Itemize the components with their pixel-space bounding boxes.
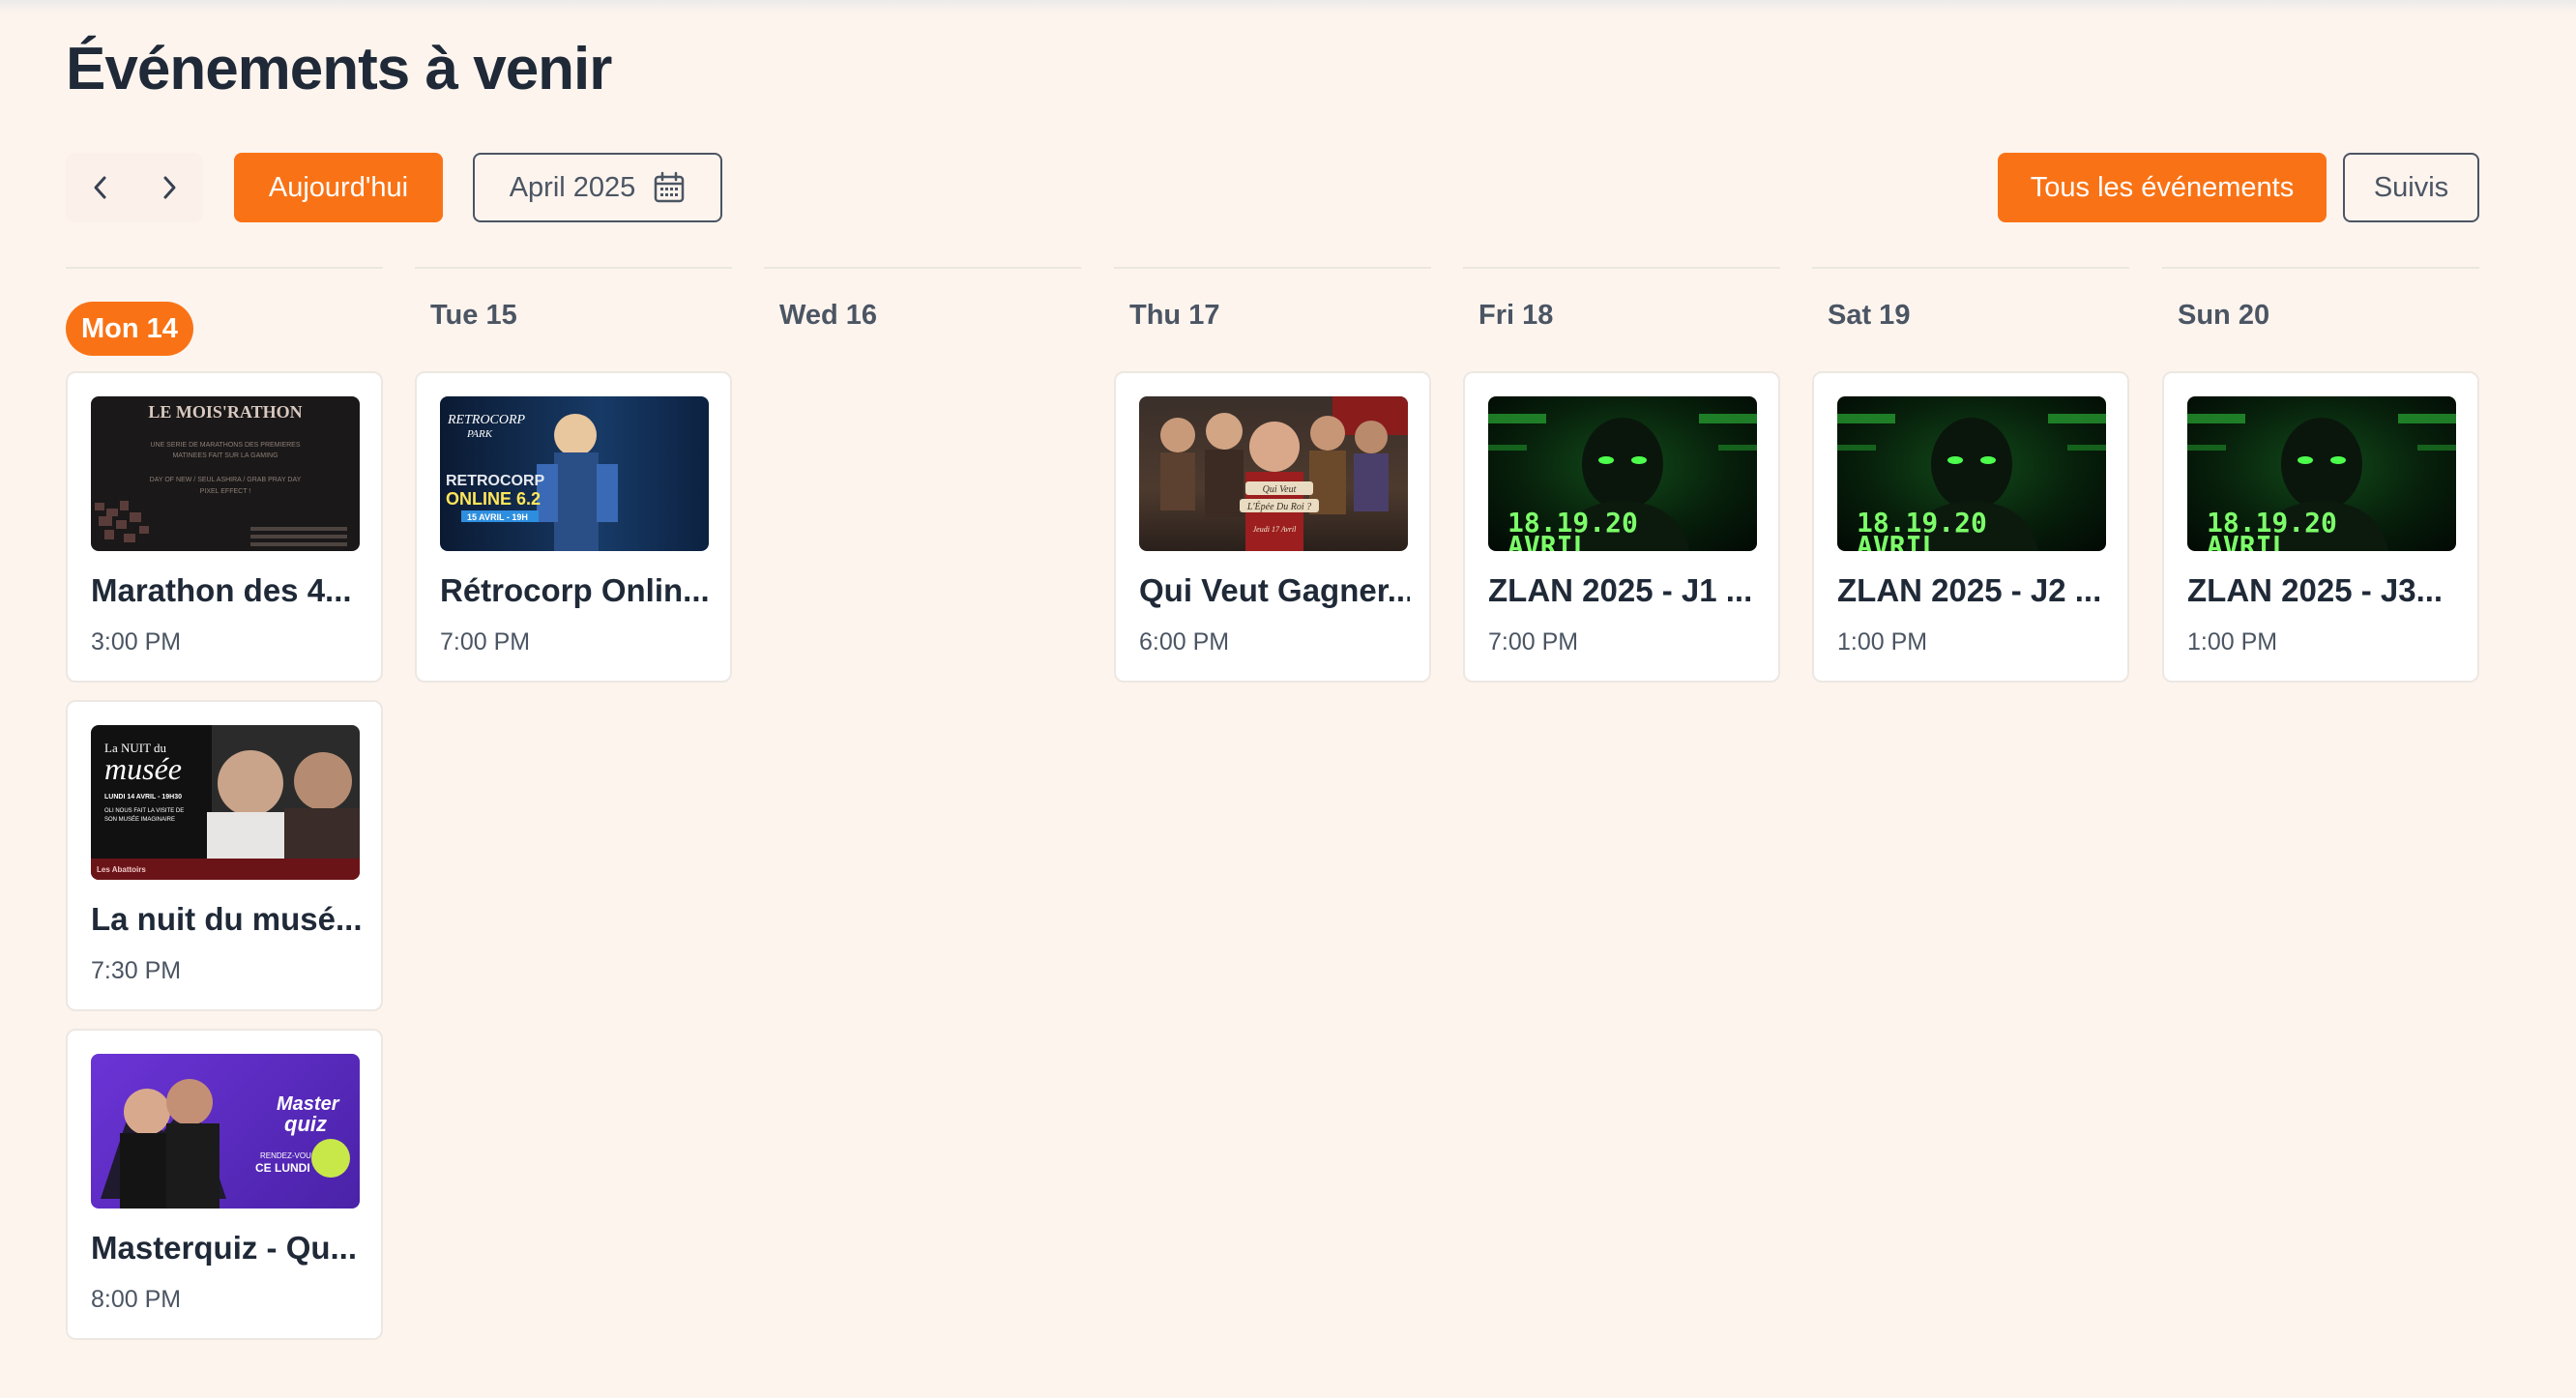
event-card[interactable]: Qui Veut L'Épée Du Roi ? Jeudi 17 Avril …: [1114, 371, 1431, 683]
month-picker-button[interactable]: April 2025: [473, 153, 722, 222]
image-text: Les Abattoirs: [97, 865, 146, 874]
image-text: UNE SERIE DE MARATHONS DES PREMIERES: [150, 442, 300, 449]
event-title: La nuit du musé...: [91, 901, 362, 937]
event-time: 7:00 PM: [1488, 628, 1579, 655]
day-label: Sun 20: [2178, 300, 2270, 331]
image-text: PIXEL EFFECT !: [200, 488, 251, 495]
event-image: LE MOIS'RATHON UNE SERIE DE MARATHONS DE…: [91, 396, 360, 551]
day-label: Thu 17: [1129, 300, 1220, 331]
image-text: L'Épée Du Roi ?: [1246, 501, 1311, 512]
event-card[interactable]: 18.19.20 AVRIL ZLAN 2025 - J2 ... 1:00 P…: [1812, 371, 2129, 683]
event-title: ZLAN 2025 - J1 ...: [1488, 572, 1753, 608]
chevron-left-icon: [94, 176, 105, 199]
previous-week-button[interactable]: [66, 153, 134, 222]
event-card[interactable]: LE MOIS'RATHON UNE SERIE DE MARATHONS DE…: [66, 371, 383, 683]
image-text: RENDEZ-VOUS: [260, 1151, 316, 1160]
day-column: Fri 18 18.19.20 AVRIL ZLAN 2025 - J1 ...…: [1463, 267, 1780, 683]
event-time: 6:00 PM: [1139, 628, 1230, 655]
day-column: Thu 17 Qui Veut L'Épée Du Roi ? Jeudi 17…: [1114, 267, 1431, 683]
day-column: Sat 19 18.19.20 AVRIL ZLAN 2025 - J2 ...…: [1812, 267, 2129, 683]
image-text: LE MOIS'RATHON: [148, 402, 302, 422]
event-image: RETROCORP PARK RETROCORP ONLINE 6.2 15 A…: [440, 396, 709, 551]
column-divider: [415, 267, 732, 269]
image-text: Jeudi 17 Avril: [1253, 525, 1298, 534]
column-divider: [2162, 267, 2479, 269]
event-title: Qui Veut Gagner...: [1139, 572, 1410, 608]
column-divider: [1812, 267, 2129, 269]
day-label: Fri 18: [1478, 300, 1554, 331]
today-button[interactable]: Aujourd'hui: [234, 153, 443, 222]
all-events-button[interactable]: Tous les événements: [1998, 153, 2327, 222]
event-card[interactable]: La NUIT du musée LUNDI 14 AVRIL - 19H30 …: [66, 700, 383, 1011]
image-text: PARK: [466, 428, 493, 440]
event-image: 18.19.20 AVRIL: [1837, 396, 2106, 551]
event-time: 7:30 PM: [91, 957, 182, 984]
event-title: Rétrocorp Onlin...: [440, 572, 710, 608]
day-label-today: Mon 14: [66, 302, 193, 356]
image-text: AVRIL: [1857, 530, 1938, 551]
image-text: Qui Veut: [1263, 484, 1297, 495]
calendar-icon: [655, 171, 685, 203]
day-column: Mon 14 LE MOIS'RATHON UNE SERIE DE MARAT…: [66, 267, 383, 1340]
event-title: ZLAN 2025 - J2 ...: [1837, 572, 2102, 608]
top-shadow: [0, 0, 2576, 14]
month-picker-label: April 2025: [509, 171, 636, 203]
chevron-right-icon: [163, 176, 175, 199]
image-text: musée: [104, 751, 182, 786]
column-divider: [764, 267, 1081, 269]
event-time: 3:00 PM: [91, 628, 182, 655]
followed-events-button[interactable]: Suivis: [2343, 153, 2479, 222]
event-card[interactable]: 18.19.20 AVRIL ZLAN 2025 - J3... 1:00 PM: [2162, 371, 2479, 683]
image-text: quiz: [284, 1112, 327, 1136]
event-title: ZLAN 2025 - J3...: [2187, 572, 2444, 608]
day-label: Wed 16: [779, 300, 878, 331]
event-title: Marathon des 4...: [91, 572, 352, 608]
event-image: Master quiz RENDEZ-VOUS CE LUNDI: [91, 1054, 360, 1209]
image-text: OLI NOUS FAIT LA VISITE DE: [104, 808, 184, 814]
event-time: 7:00 PM: [440, 628, 531, 655]
event-time: 1:00 PM: [1837, 628, 1928, 655]
event-image: La NUIT du musée LUNDI 14 AVRIL - 19H30 …: [91, 725, 360, 880]
image-text: LUNDI 14 AVRIL - 19H30: [104, 794, 182, 801]
day-column: Sun 20 18.19.20 AVRIL ZLAN 2025 - J3... …: [2162, 267, 2479, 683]
event-image: Qui Veut L'Épée Du Roi ? Jeudi 17 Avril: [1139, 396, 1408, 551]
event-card[interactable]: RETROCORP PARK RETROCORP ONLINE 6.2 15 A…: [415, 371, 732, 683]
next-week-button[interactable]: [134, 153, 203, 222]
column-divider: [66, 267, 383, 269]
image-text: AVRIL: [1508, 530, 1589, 551]
page-title: Événements à venir: [66, 36, 612, 102]
event-card[interactable]: Master quiz RENDEZ-VOUS CE LUNDI Masterq…: [66, 1029, 383, 1340]
image-text: ONLINE 6.2: [446, 489, 541, 509]
image-text: 15 AVRIL - 19H: [467, 512, 528, 522]
event-time: 1:00 PM: [2187, 628, 2278, 655]
image-text: DAY OF NEW / SEUL ASHIRA / GRAB PRAY DAY: [150, 477, 302, 483]
day-label: Sat 19: [1828, 300, 1911, 331]
event-image: 18.19.20 AVRIL: [1488, 396, 1757, 551]
event-time: 8:00 PM: [91, 1286, 182, 1313]
image-text: RETROCORP: [447, 413, 526, 427]
event-image: 18.19.20 AVRIL: [2187, 396, 2456, 551]
day-column: Tue 15 RETROCORP PARK RETROCORP ONLINE 6…: [415, 267, 732, 683]
day-label: Tue 15: [430, 300, 517, 331]
event-card[interactable]: 18.19.20 AVRIL ZLAN 2025 - J1 ... 7:00 P…: [1463, 371, 1780, 683]
image-text: SON MUSÉE IMAGINAIRE: [104, 816, 175, 823]
image-text: CE LUNDI: [255, 1161, 310, 1175]
day-column: Wed 16: [764, 267, 1081, 331]
week-navigation: [66, 153, 203, 222]
image-text: MATINEES FAIT SUR LA GAMING: [172, 452, 278, 459]
event-title: Masterquiz - Qu...: [91, 1230, 358, 1266]
image-text: AVRIL: [2207, 530, 2288, 551]
column-divider: [1114, 267, 1431, 269]
image-text: RETROCORP: [446, 473, 545, 489]
column-divider: [1463, 267, 1780, 269]
